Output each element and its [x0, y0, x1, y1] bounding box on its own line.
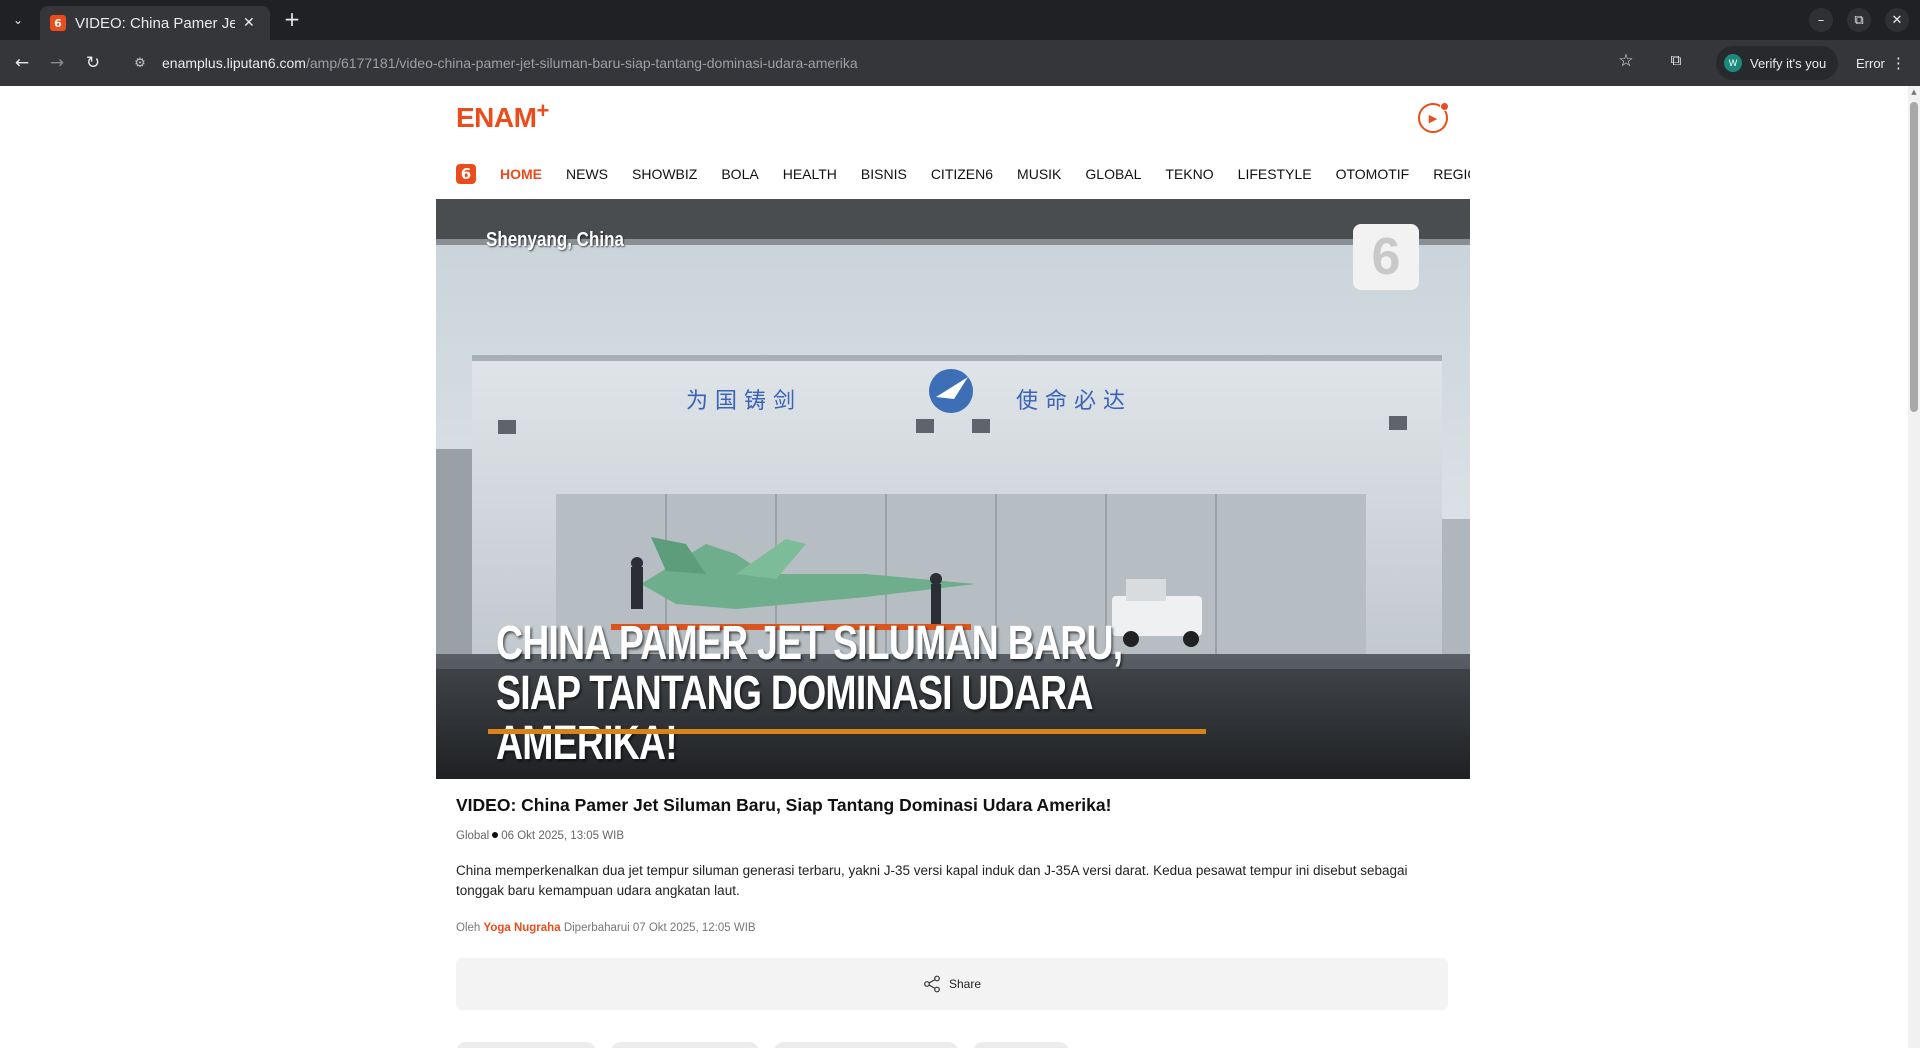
forward-arrow-icon[interactable]: →: [45, 51, 69, 75]
by-label: Oleh: [456, 922, 481, 934]
share-button[interactable]: Share: [456, 958, 1448, 1010]
logo-plus: +: [536, 98, 549, 123]
restore-icon[interactable]: ⧉: [1847, 8, 1871, 32]
tag-pill[interactable]: [973, 1042, 1069, 1048]
minimize-icon[interactable]: –: [1809, 8, 1833, 32]
hero-caption: CHINA PAMER JET SILUMAN BARU, SIAP TANTA…: [496, 619, 1256, 769]
browser-tab-bar: ⌄ 6 VIDEO: China Pamer Jet Siluman Baru …: [0, 0, 1920, 40]
nav-item-health[interactable]: HEALTH: [783, 166, 837, 182]
nav-item-regional[interactable]: REGIONAL: [1433, 166, 1470, 182]
url-text[interactable]: enamplus.liputan6.com/amp/6177181/video-…: [162, 55, 858, 71]
browser-toolbar: ← → ↻ ⚙ enamplus.liputan6.com/amp/617718…: [0, 40, 1920, 86]
author-link[interactable]: Yoga Nugraha: [484, 922, 561, 934]
article-title: VIDEO: China Pamer Jet Siluman Baru, Sia…: [456, 795, 1112, 815]
video-play-icon[interactable]: ▶: [1418, 102, 1449, 133]
hero-video-thumbnail[interactable]: 为 国 铸 剑 使 命 必 达 Shenyang, China 6 CHINA …: [436, 199, 1470, 779]
logo-text: ENAM: [456, 102, 537, 133]
reload-icon[interactable]: ↻: [81, 51, 105, 75]
new-tab-plus-icon[interactable]: +: [280, 8, 304, 32]
article-meta: Global 06 Okt 2025, 13:05 WIB: [456, 830, 624, 842]
kebab-menu-icon: ⋮: [1890, 55, 1906, 72]
scroll-up-arrow-icon[interactable]: ▲: [1910, 88, 1918, 96]
site-info-tune-icon[interactable]: ⚙: [128, 51, 152, 75]
tag-pill[interactable]: [456, 1042, 596, 1048]
meta-bullet: [492, 832, 499, 838]
tag-pill[interactable]: [774, 1042, 958, 1048]
back-arrow-icon[interactable]: ←: [10, 51, 34, 75]
profile-avatar: W: [1724, 54, 1742, 72]
main-nav: 6 HOME NEWS SHOWBIZ BOLA HEALTH BISNIS C…: [456, 162, 1470, 186]
hero-caption-line1: CHINA PAMER JET SILUMAN BARU,: [496, 617, 1123, 670]
nav-item-bola[interactable]: BOLA: [721, 166, 758, 182]
notification-dot: [1440, 102, 1449, 111]
tab-search-chevron-icon[interactable]: ⌄: [6, 8, 30, 32]
tab-title: VIDEO: China Pamer Jet Siluman Baru: [75, 14, 235, 32]
article-summary: China memperkenalkan dua jet tempur silu…: [456, 863, 1408, 898]
address-bar[interactable]: ⚙ enamplus.liputan6.com/amp/6177181/vide…: [122, 46, 1862, 80]
url-host: enamplus.liputan6.com: [162, 55, 306, 71]
article-category[interactable]: Global: [456, 830, 489, 842]
tab-favicon-icon: 6: [50, 15, 66, 31]
nav-item-global[interactable]: GLOBAL: [1085, 166, 1141, 182]
site-logo[interactable]: ENAM+: [456, 98, 549, 134]
nav-item-otomotif[interactable]: OTOMOTIF: [1336, 166, 1410, 182]
nav-item-bisnis[interactable]: BISNIS: [861, 166, 907, 182]
hero-caption-line2: SIAP TANTANG DOMINASI UDARA AMERIKA!: [496, 667, 1092, 770]
nav-item-home[interactable]: HOME: [500, 166, 542, 182]
verify-profile-button[interactable]: W Verify it's you: [1716, 46, 1839, 80]
article-byline: Oleh Yoga Nugraha Diperbaharui 07 Okt 20…: [456, 922, 756, 934]
bookmark-star-icon[interactable]: ☆: [1614, 51, 1638, 75]
liputan6-logo-icon[interactable]: 6: [456, 164, 476, 184]
hangar-banner-text: 为 国 铸 剑: [686, 389, 795, 414]
caption-underline: [488, 729, 1206, 734]
verify-label: Verify it's you: [1750, 55, 1827, 71]
window-close-icon[interactable]: ✕: [1885, 8, 1909, 32]
hero-location-label: Shenyang, China: [486, 229, 624, 251]
share-icon: [924, 975, 940, 993]
share-label: Share: [948, 977, 982, 991]
error-menu-button[interactable]: Error ⋮: [1846, 46, 1916, 80]
nav-item-showbiz[interactable]: SHOWBIZ: [632, 166, 697, 182]
nav-item-citizen6[interactable]: CITIZEN6: [931, 166, 993, 182]
liputan6-watermark-icon: 6: [1353, 224, 1419, 290]
nav-item-musik[interactable]: MUSIK: [1017, 166, 1061, 182]
nav-item-lifestyle[interactable]: LIFESTYLE: [1238, 166, 1312, 182]
web-page: ENAM+ ▶ 6 HOME NEWS SHOWBIZ BOLA HEALTH …: [0, 86, 1908, 1048]
browser-tab-active[interactable]: 6 VIDEO: China Pamer Jet Siluman Baru ✕: [40, 6, 270, 40]
svg-text:使 命 必 达: 使 命 必 达: [1016, 389, 1125, 414]
extensions-puzzle-icon[interactable]: ⧉: [1664, 51, 1688, 75]
nav-item-tekno[interactable]: TEKNO: [1165, 166, 1213, 182]
page-scrollbar[interactable]: ▲: [1908, 86, 1920, 1048]
url-path: /amp/6177181/video-china-pamer-jet-silum…: [305, 55, 858, 71]
updated-date: Diperbaharui 07 Okt 2025, 12:05 WIB: [563, 922, 756, 934]
nav-item-news[interactable]: NEWS: [566, 166, 608, 182]
tag-pill[interactable]: [611, 1042, 759, 1048]
article-date: 06 Okt 2025, 13:05 WIB: [501, 830, 624, 842]
scroll-thumb[interactable]: [1910, 102, 1918, 412]
tab-close-icon[interactable]: ✕: [243, 15, 255, 31]
error-label: Error: [1856, 55, 1885, 71]
